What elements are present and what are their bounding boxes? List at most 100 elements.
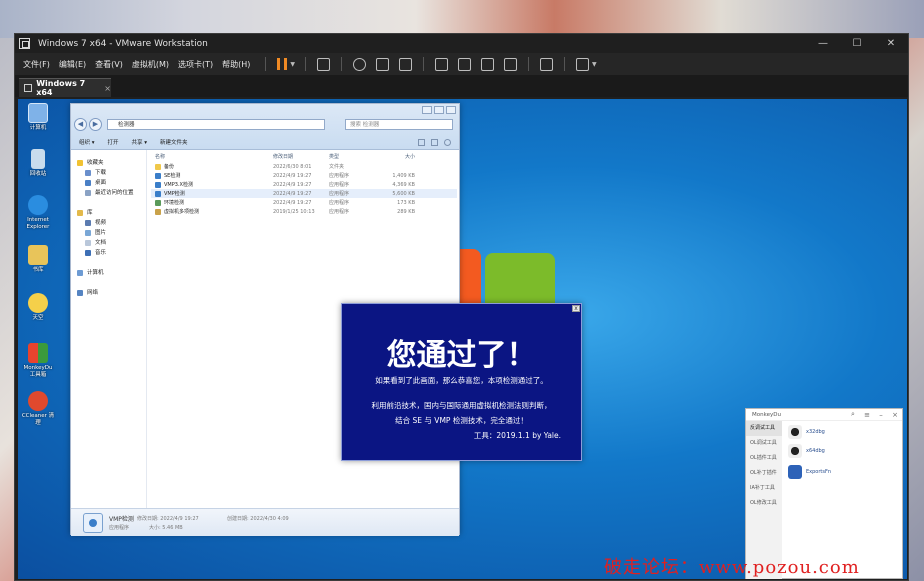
- tool-exportsfn[interactable]: ExportsFn: [788, 465, 831, 479]
- nav-documents[interactable]: 文档: [71, 238, 146, 248]
- menu-icon[interactable]: ≡: [860, 411, 874, 419]
- nav-music[interactable]: 音乐: [71, 248, 146, 258]
- dialog-message-3: 结合 SE 与 VMP 检测技术，完全通过！: [395, 416, 528, 425]
- toolbar-separator: [528, 57, 530, 71]
- snapshot-icon[interactable]: [353, 57, 367, 71]
- menu-view[interactable]: 查看(V): [95, 59, 123, 70]
- address-bar[interactable]: 检测器: [107, 119, 325, 130]
- desktop-icon-recycle-bin[interactable]: 回收站: [20, 149, 56, 178]
- nav-computer[interactable]: 计算机: [71, 268, 146, 278]
- vm-detection-dialog: x 您通过了！ 如果看到了此画面，那么恭喜您，本项检测通过了。 利用前沿技术，国…: [341, 303, 582, 461]
- guest-desktop[interactable]: ✦ 计算机 回收站 Internet Explorer 书库 天空 Monkey…: [18, 99, 907, 579]
- desktop-icon-library[interactable]: 书库: [20, 245, 56, 274]
- tool-x64dbg[interactable]: x64dbg: [788, 444, 825, 458]
- column-header-size[interactable]: 大小: [377, 153, 415, 160]
- help-icon[interactable]: [444, 138, 451, 146]
- documents-icon: [85, 240, 91, 246]
- view-mode-icon[interactable]: [418, 138, 425, 146]
- sidebar-toggle-icon[interactable]: [435, 57, 449, 71]
- column-header-type[interactable]: 类型: [329, 153, 377, 160]
- minimize-icon[interactable]: –: [874, 411, 888, 419]
- explorer-minimize-button[interactable]: [422, 106, 432, 114]
- fullscreen-icon[interactable]: [481, 57, 495, 71]
- desktop-icon-sky[interactable]: 天空: [20, 293, 56, 322]
- nav-downloads[interactable]: 下载: [71, 168, 146, 178]
- forward-arrow-icon[interactable]: ▶: [89, 118, 102, 131]
- share-button[interactable]: 共享 ▾: [132, 138, 148, 146]
- chevron-down-icon[interactable]: ▼: [592, 61, 597, 68]
- nav-favorites[interactable]: 收藏夹: [71, 158, 146, 168]
- menu-tabs[interactable]: 选项卡(T): [178, 59, 213, 70]
- menu-file[interactable]: 文件(F): [23, 59, 50, 70]
- tab-label: Windows 7 x64: [36, 79, 86, 97]
- nav-recent[interactable]: 最近访问的位置: [71, 188, 146, 198]
- desktop-icon-ccleaner[interactable]: CCleaner 清理: [20, 391, 56, 427]
- stretch-display-icon[interactable]: [576, 57, 590, 71]
- desktop-icon-monkeydu[interactable]: MonkeyDu 工具箱: [20, 343, 56, 379]
- close-button[interactable]: ✕: [874, 38, 908, 49]
- dialog-signature: 工具：2019.1.1 by Yale.: [473, 431, 561, 440]
- close-icon[interactable]: ×: [888, 411, 902, 419]
- nav-network[interactable]: 网络: [71, 288, 146, 298]
- search-input[interactable]: 搜索 检测器: [345, 119, 453, 130]
- column-header-name[interactable]: 名称: [151, 153, 273, 160]
- tool-x32dbg[interactable]: x32dbg: [788, 425, 825, 439]
- toolbar-separator: [423, 57, 425, 71]
- desktop-icon: [85, 180, 91, 186]
- category-item[interactable]: OL调试工具: [746, 436, 782, 451]
- recycle-bin-icon: [31, 149, 45, 169]
- column-header-date[interactable]: 修改日期: [273, 153, 329, 160]
- file-row-selected[interactable]: VMP检测 2022/4/9 19:27 应用程序 5,600 KB: [151, 189, 457, 198]
- file-row[interactable]: 环境检测 2022/4/9 19:27 应用程序 173 KB: [151, 198, 457, 207]
- file-row[interactable]: VMP3.X检测 2022/4/9 19:27 应用程序 4,369 KB: [151, 180, 457, 189]
- file-list-headers: 名称 修改日期 类型 大小: [151, 150, 457, 162]
- menu-help[interactable]: 帮助(H): [222, 59, 250, 70]
- category-item[interactable]: OL修改工具: [746, 496, 782, 511]
- category-item[interactable]: OL补丁插件: [746, 466, 782, 481]
- explorer-close-button[interactable]: [446, 106, 456, 114]
- toolbar-separator: [564, 57, 566, 71]
- file-row[interactable]: 虚拟机多项检测 2019/1/25 10:13 应用程序 289 KB: [151, 207, 457, 216]
- open-button[interactable]: 打开: [108, 138, 119, 146]
- chevron-down-icon[interactable]: ▼: [290, 61, 295, 68]
- preview-pane-icon[interactable]: [431, 138, 438, 146]
- nav-pictures[interactable]: 图片: [71, 228, 146, 238]
- back-arrow-icon[interactable]: ◀: [74, 118, 87, 131]
- vmware-tabbar: Windows 7 x64 ×: [15, 75, 908, 97]
- sky-icon: [28, 293, 48, 313]
- maximize-button[interactable]: ☐: [840, 38, 874, 49]
- category-item[interactable]: IA补丁工具: [746, 481, 782, 496]
- file-row[interactable]: 备份 2022/6/30 8:01 文件夹: [151, 162, 457, 171]
- explorer-maximize-button[interactable]: [434, 106, 444, 114]
- minimize-button[interactable]: —: [806, 38, 840, 49]
- revert-snapshot-icon[interactable]: [376, 57, 390, 71]
- desktop-icon-ie[interactable]: Internet Explorer: [20, 195, 56, 231]
- organize-button[interactable]: 组织 ▾: [79, 138, 95, 146]
- send-keys-icon[interactable]: [317, 57, 331, 71]
- unity-icon[interactable]: [504, 57, 518, 71]
- detail-type: 应用程序: [109, 525, 130, 531]
- category-item[interactable]: 反调试工具: [746, 421, 782, 436]
- search-icon[interactable]: ⌕: [846, 410, 860, 419]
- pause-icon[interactable]: [277, 58, 288, 70]
- console-icon[interactable]: [540, 57, 554, 71]
- nav-libraries[interactable]: 库: [71, 208, 146, 218]
- tab-windows7[interactable]: Windows 7 x64 ×: [19, 78, 111, 97]
- file-row[interactable]: SE检测 2022/4/9 19:27 应用程序 1,409 KB: [151, 171, 457, 180]
- explorer-nav-buttons: ◀ ▶: [74, 118, 104, 131]
- dialog-close-button[interactable]: x: [572, 305, 580, 312]
- snapshot-manager-icon[interactable]: [399, 57, 413, 71]
- vmware-titlebar: Windows 7 x64 - VMware Workstation — ☐ ✕: [15, 34, 908, 53]
- monkeydu-icon: [28, 343, 48, 363]
- category-item[interactable]: OL插件工具: [746, 451, 782, 466]
- network-icon: [77, 290, 83, 296]
- thumbnail-icon[interactable]: [458, 57, 472, 71]
- nav-videos[interactable]: 视频: [71, 218, 146, 228]
- desktop-icon-computer[interactable]: 计算机: [20, 103, 56, 132]
- menu-vm[interactable]: 虚拟机(M): [132, 59, 169, 70]
- nav-desktop[interactable]: 桌面: [71, 178, 146, 188]
- tab-close-icon[interactable]: ×: [104, 84, 111, 93]
- menu-edit[interactable]: 编辑(E): [59, 59, 86, 70]
- new-folder-button[interactable]: 新建文件夹: [160, 138, 188, 146]
- detail-modified: 修改日期: 2022/4/9 19:27: [137, 516, 199, 522]
